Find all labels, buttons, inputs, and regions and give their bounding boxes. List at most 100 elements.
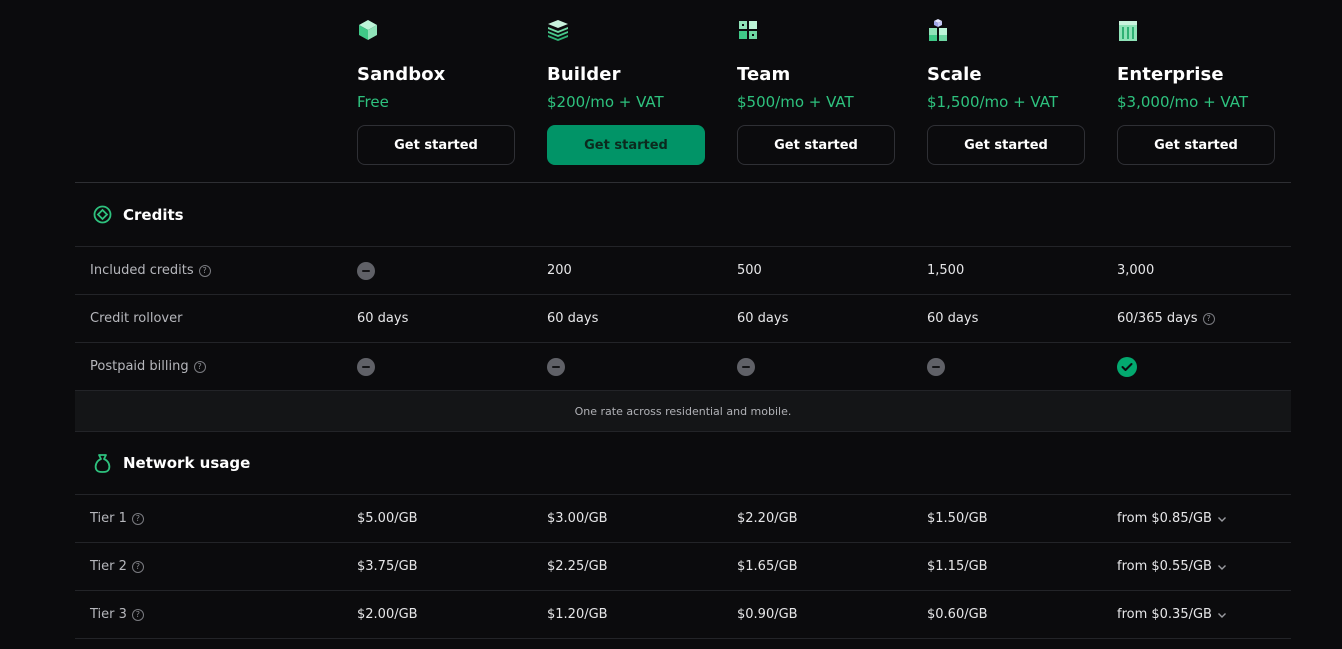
table-row: Tier 1 ? $5.00/GB $3.00/GB $2.20/GB $1.5… <box>75 495 1291 542</box>
row-label-text: Postpaid billing <box>90 359 189 374</box>
value-cell: $5.00/GB <box>357 511 418 526</box>
value-cell <box>1117 343 1137 390</box>
get-started-button[interactable]: Get started <box>357 125 515 165</box>
value-cell: 200 <box>547 263 572 278</box>
help-icon[interactable]: ? <box>131 560 144 573</box>
help-icon[interactable]: ? <box>1202 312 1215 325</box>
value-cell: $1.20/GB <box>547 607 608 622</box>
plan-sandbox: Sandbox Free Get started <box>357 18 517 165</box>
row-label-text: Tier 2 <box>90 559 127 574</box>
value-cell <box>357 343 375 390</box>
credits-icon <box>93 205 112 224</box>
row-label: Tier 3 ? <box>90 591 144 638</box>
plan-header-row: Sandbox Free Get started Builder $200/mo… <box>0 0 1342 182</box>
cube-pyramid-icon <box>929 19 947 41</box>
get-started-button[interactable]: Get started <box>737 125 895 165</box>
value-cell: 3,000 <box>1117 263 1155 278</box>
divider <box>75 182 1291 183</box>
value-cell <box>927 343 945 390</box>
chevron-down-icon <box>1217 564 1226 570</box>
value-cell: 500 <box>737 263 762 278</box>
value-cell: 1,500 <box>927 263 965 278</box>
value-cell: 60 days <box>927 311 979 326</box>
table-row: Tier 2 ? $3.75/GB $2.25/GB $1.65/GB $1.1… <box>75 543 1291 590</box>
value-cell: $3.00/GB <box>547 511 608 526</box>
value-cell: $2.00/GB <box>357 607 418 622</box>
tier-dropdown[interactable]: from $0.55/GB <box>1117 543 1227 590</box>
row-label: Included credits ? <box>90 247 211 294</box>
row-label: Postpaid billing ? <box>90 343 206 390</box>
not-included-icon <box>547 357 565 376</box>
building-icon <box>1119 21 1137 41</box>
get-started-button[interactable]: Get started <box>547 125 705 165</box>
table-row: Credit rollover 60 days 60 days 60 days … <box>75 295 1291 342</box>
plan-price: Free <box>357 93 389 111</box>
section-title: Network usage <box>123 454 251 472</box>
plan-price: $1,500/mo + VAT <box>927 93 1058 111</box>
plan-price: $500/mo + VAT <box>737 93 854 111</box>
plan-price: $3,000/mo + VAT <box>1117 93 1248 111</box>
row-label: Credit rollover <box>90 295 182 342</box>
not-included-icon <box>927 357 945 376</box>
table-row: Tier 3 ? $2.00/GB $1.20/GB $0.90/GB $0.6… <box>75 591 1291 638</box>
chevron-down-icon <box>1217 516 1226 522</box>
value-cell: $1.15/GB <box>927 559 988 574</box>
help-icon[interactable]: ? <box>131 512 144 525</box>
plan-name: Team <box>737 64 791 85</box>
cube-cluster-icon <box>739 21 757 39</box>
table-row: Included credits ? 200 500 1,500 3,000 <box>75 247 1291 294</box>
money-bag-icon <box>94 454 111 473</box>
value-cell <box>357 247 375 294</box>
value-cell: 60/365 days ? <box>1117 295 1215 342</box>
row-label: Tier 1 ? <box>90 495 144 542</box>
value-text: from $0.85/GB <box>1117 511 1212 526</box>
value-cell: 60 days <box>357 311 409 326</box>
value-text: 60/365 days <box>1117 311 1198 326</box>
row-label-text: Included credits <box>90 263 194 278</box>
pricing-comparison: Sandbox Free Get started Builder $200/mo… <box>0 0 1342 649</box>
plan-name: Scale <box>927 64 982 85</box>
value-text: from $0.55/GB <box>1117 559 1212 574</box>
value-cell: 60 days <box>547 311 599 326</box>
divider <box>75 431 1291 432</box>
value-cell: $0.90/GB <box>737 607 798 622</box>
value-cell: $2.25/GB <box>547 559 608 574</box>
stacked-layers-icon <box>548 20 568 41</box>
not-included-icon <box>357 357 375 376</box>
value-cell: $3.75/GB <box>357 559 418 574</box>
plan-name: Enterprise <box>1117 64 1224 85</box>
plan-enterprise: Enterprise $3,000/mo + VAT Get started <box>1117 18 1277 165</box>
plan-name: Sandbox <box>357 64 446 85</box>
section-title: Credits <box>123 205 184 224</box>
row-label: Tier 2 ? <box>90 543 144 590</box>
section-network-header: Network usage <box>93 453 250 473</box>
table-row: Postpaid billing ? <box>75 343 1291 390</box>
value-text: from $0.35/GB <box>1117 607 1212 622</box>
chevron-down-icon <box>1217 612 1226 618</box>
plan-builder: Builder $200/mo + VAT Get started <box>547 18 707 165</box>
plan-team: Team $500/mo + VAT Get started <box>737 18 897 165</box>
not-included-icon <box>737 357 755 376</box>
help-icon[interactable]: ? <box>131 608 144 621</box>
tier-dropdown[interactable]: from $0.35/GB <box>1117 591 1227 638</box>
help-icon[interactable]: ? <box>198 264 211 277</box>
not-included-icon <box>357 261 375 280</box>
check-icon <box>1117 356 1137 377</box>
plan-scale: Scale $1,500/mo + VAT Get started <box>927 18 1087 165</box>
value-cell: $0.60/GB <box>927 607 988 622</box>
row-label-text: Credit rollover <box>90 311 183 326</box>
value-cell: 60 days <box>737 311 789 326</box>
row-label-text: Tier 3 <box>90 607 127 622</box>
divider <box>75 638 1291 639</box>
value-cell: $2.20/GB <box>737 511 798 526</box>
help-icon[interactable]: ? <box>193 360 206 373</box>
section-credits-header: Credits <box>93 205 184 224</box>
row-label-text: Tier 1 <box>90 511 127 526</box>
get-started-button[interactable]: Get started <box>1117 125 1275 165</box>
plan-price: $200/mo + VAT <box>547 93 664 111</box>
get-started-button[interactable]: Get started <box>927 125 1085 165</box>
value-cell: $1.50/GB <box>927 511 988 526</box>
info-note: One rate across residential and mobile. <box>75 391 1291 431</box>
tier-dropdown[interactable]: from $0.85/GB <box>1117 495 1227 542</box>
value-cell <box>737 343 755 390</box>
